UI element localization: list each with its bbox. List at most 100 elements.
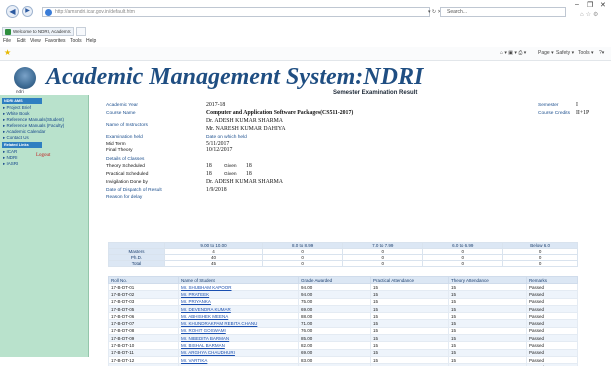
delay-label: Reason for delay [106, 195, 143, 200]
sidebar-item-label: White Book [6, 111, 30, 116]
practical-attendance-cell: 15 [370, 282, 449, 292]
practical-attendance-cell: 15 [370, 341, 449, 350]
practical-given-value: 18 [246, 171, 252, 177]
menu-help[interactable]: Help [86, 38, 96, 44]
roll-cell: 17-B-DT-10 [108, 341, 179, 350]
academic-year-label: Academic Year [106, 103, 138, 108]
grade-cell: 69.00 [298, 304, 371, 314]
table-row: 17-B-DT-07 Mr. KHUNDRAKPAM REBITA CHANU 71… [108, 319, 578, 328]
table-cell: 45 [163, 260, 264, 267]
sidebar: NDRI AMS ▸ Project Brief ▸ White Book ▸ … [0, 95, 89, 357]
ndri-favicon-icon [5, 29, 11, 35]
safety-menu[interactable]: Safety ▾ [556, 50, 574, 56]
student-name-link[interactable]: Mr. DEVENDRA KUMAR [178, 304, 299, 314]
student-name-link[interactable]: Mr. ABHISHEK MEENA [178, 312, 299, 321]
help-icon[interactable]: ?▾ [599, 50, 604, 56]
roll-cell: 17-B-DT-03 [108, 297, 179, 306]
table-cell: Total [108, 260, 165, 267]
tools-menu[interactable]: Tools ▾ [578, 50, 594, 56]
sidebar-item-label: IASRI [6, 161, 19, 166]
close-icon[interactable]: ✕ [600, 1, 606, 9]
home-icon[interactable]: ⌂ ▾ ▣ ▾ ⎙ ▾ [500, 50, 526, 56]
practical-attendance-cell: 15 [370, 304, 449, 314]
tab-ndri[interactable]: Welcome to NDRI, Academ... ✕ [2, 27, 74, 36]
favorites-icons[interactable]: ⌂☆⚙ [580, 11, 600, 18]
minimize-icon[interactable]: – [575, 1, 579, 8]
menu-edit[interactable]: Edit [17, 38, 26, 44]
student-name-link[interactable]: Mr. NIBEDITA BARMAN [178, 334, 299, 343]
table-row: 17-B-DT-03 Mr. PRIYANKA 75.00 15 15 Passed [108, 297, 578, 306]
table-row: 17-B-DT-10 Mr. BISHAL BARMAN 82.00 15 15 Pass… [108, 341, 578, 350]
remarks-cell: Passed [526, 326, 578, 336]
column-header: Roll No. [108, 276, 179, 284]
menu-favorites[interactable]: Favorites [45, 38, 66, 44]
roll-cell: 17-B-DT-12 [108, 355, 179, 365]
back-button[interactable]: ◀ [6, 5, 19, 18]
theory-scheduled-label: Theory Scheduled [106, 164, 145, 169]
theory-given-label: Given [224, 164, 237, 169]
remarks-cell: Passed [526, 348, 578, 357]
grade-cell: 83.00 [298, 355, 371, 365]
theory-attendance-cell: 15 [448, 348, 527, 357]
sidebar-section-related: Related Links [2, 142, 42, 148]
table-row: 17-B-DT-08 Mr. ROHIT GOSWAMI 76.00 15 15 Pass… [108, 326, 578, 336]
menu-view[interactable]: View [30, 38, 41, 44]
date-held-label: Date on which held [206, 135, 247, 140]
student-name-link[interactable]: Mr. PRATEEK [178, 290, 299, 299]
theory-attendance-cell: 15 [448, 319, 527, 328]
theory-attendance-cell: 15 [448, 326, 527, 336]
remarks-cell: Passed [526, 334, 578, 343]
student-name-link[interactable]: Mr. BISHAL BARMAN [178, 341, 299, 350]
dispatch-label: Date of Dispatch of Result [106, 188, 162, 193]
sidebar-item-label: NDRI [6, 155, 18, 160]
theory-attendance-cell: 15 [448, 304, 527, 314]
sidebar-item-label: Reference Manuals(Student) [6, 117, 65, 122]
practical-attendance-cell: 15 [370, 355, 449, 365]
remarks-cell: Passed [526, 297, 578, 306]
table-cell: 0 [422, 260, 504, 267]
address-bar[interactable]: http://amsndri.icar.gov.in/default.htm [42, 7, 430, 17]
student-name-link[interactable]: Mr. ROHIT GOSWAMI [178, 326, 299, 336]
theory-attendance-cell: 15 [448, 297, 527, 306]
practical-scheduled-label: Practical Scheduled [106, 172, 149, 177]
page-menu[interactable]: Page ▾ [538, 50, 554, 56]
practical-attendance-cell: 15 [370, 326, 449, 336]
browser-titlebar: ◀ ▶ http://amsndri.icar.gov.in/default.h… [0, 0, 611, 26]
practical-attendance-cell: 15 [370, 297, 449, 306]
roll-cell: 17-B-DT-02 [108, 290, 179, 299]
logout-link[interactable]: Logout [36, 153, 50, 158]
grade-cell: 69.00 [298, 348, 371, 357]
sidebar-item-iasri[interactable]: ▸ IASRI [3, 161, 18, 167]
student-name-link[interactable]: Mr. KHUNDRAKPAM REBITA CHANU [178, 319, 299, 328]
grade-cell: 94.00 [298, 282, 371, 292]
practical-given-label: Given [224, 172, 237, 177]
student-name-link[interactable]: Mr. VARTIKA [178, 355, 299, 365]
restore-icon[interactable]: ❐ [587, 1, 593, 9]
grade-cell: 71.00 [298, 319, 371, 328]
student-results-table: Roll No. Name of Student Grade Awarded P… [108, 276, 578, 366]
menu-tools[interactable]: Tools [70, 38, 82, 44]
grade-distribution-table: 9.00 to 10.00 8.0 to 8.99 7.0 to 7.99 6.… [108, 242, 578, 267]
page-title: Academic Management System:NDRI [46, 64, 424, 90]
theory-attendance-cell: 15 [448, 341, 527, 350]
table-header-row: Roll No. Name of Student Grade Awarded P… [108, 276, 578, 284]
student-name-link[interactable]: Mr. SHUBHAM KAPOOR [178, 282, 299, 292]
favorites-star-icon[interactable]: ★ [4, 49, 12, 57]
roll-cell: 17-B-DT-07 [108, 319, 179, 328]
student-name-link[interactable]: Mr. ARGHYA CHAUDHURI [178, 348, 299, 357]
new-tab-button[interactable] [76, 27, 86, 36]
theory-attendance-cell: 15 [448, 334, 527, 343]
sidebar-item-contact[interactable]: ▸ Contact Us [3, 135, 29, 141]
forward-button[interactable]: ▶ [22, 6, 33, 17]
search-input[interactable]: Search... [440, 7, 566, 17]
student-name-link[interactable]: Mr. PRIYANKA [178, 297, 299, 306]
table-row: 17-B-DT-11 Mr. ARGHYA CHAUDHURI 69.00 15 15 P… [108, 348, 578, 357]
theory-given-value: 18 [246, 163, 252, 169]
roll-cell: 17-B-DT-11 [108, 348, 179, 357]
address-text: http://amsndri.icar.gov.in/default.htm [55, 9, 135, 15]
theory-attendance-cell: 15 [448, 355, 527, 365]
sidebar-item-label: Academic Calendar [6, 129, 46, 134]
exam-held-label: Examination held [106, 135, 143, 140]
tab-close-icon[interactable]: ✕ [67, 29, 71, 35]
menu-file[interactable]: File [3, 38, 11, 44]
